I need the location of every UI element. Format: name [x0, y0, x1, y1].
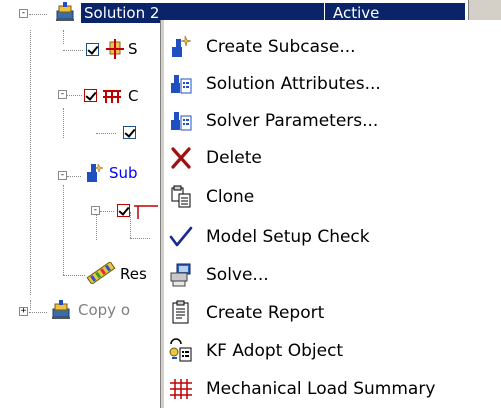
load-summary-icon: [168, 376, 194, 402]
solution-icon: [54, 2, 76, 22]
collapse-toggle[interactable]: -: [19, 9, 28, 18]
solution-attributes-icon: [168, 71, 194, 97]
collapse-toggle[interactable]: -: [58, 171, 67, 180]
visibility-checkbox[interactable]: [123, 126, 136, 139]
menu-item-create-report[interactable]: Create Report: [168, 296, 498, 330]
menu-item-label: Clone: [206, 187, 255, 207]
results-icon: [86, 260, 116, 286]
menu-item-create-subcase[interactable]: Create Subcase...: [168, 30, 498, 64]
tree-row-label[interactable]: Res: [120, 265, 147, 283]
visibility-checkbox[interactable]: [86, 43, 99, 56]
collapse-toggle[interactable]: -: [58, 90, 67, 99]
report-icon: [168, 300, 194, 326]
tree-row-label[interactable]: Sub: [109, 164, 138, 182]
tree-row-label[interactable]: Copy o: [78, 301, 130, 319]
menu-item-solve[interactable]: Solve...: [168, 258, 498, 292]
constraint-checkbox[interactable]: [84, 89, 97, 102]
solution-copy-icon: [50, 300, 72, 320]
solve-icon: [168, 262, 194, 288]
menu-item-delete[interactable]: Delete: [168, 141, 498, 175]
menu-item-kf-adopt-object[interactable]: KF Adopt Object: [168, 334, 498, 368]
menu-item-label: Create Subcase...: [206, 37, 356, 57]
menu-item-clone[interactable]: Clone: [168, 180, 498, 214]
menu-item-label: Solve...: [206, 265, 269, 285]
solver-icon: [104, 39, 126, 59]
menu-item-mechanical-load-summary[interactable]: Mechanical Load Summary: [168, 372, 498, 406]
menu-item-label: Mechanical Load Summary: [206, 379, 436, 399]
subcase-icon: [84, 162, 106, 184]
solution-name: Solution 2: [84, 4, 160, 22]
menu-item-solver-parameters[interactable]: Solver Parameters...: [168, 104, 498, 138]
create-subcase-icon: [168, 34, 194, 60]
kf-adopt-icon: [168, 338, 194, 364]
load-icon: [132, 203, 160, 221]
menu-item-label: KF Adopt Object: [206, 341, 344, 361]
menu-item-label: Solver Parameters...: [206, 111, 379, 131]
menu-item-label: Solution Attributes...: [206, 74, 381, 94]
menu-item-solution-attributes[interactable]: Solution Attributes...: [168, 67, 498, 101]
menu-item-label: Delete: [206, 148, 262, 168]
clone-icon: [168, 184, 194, 210]
tree-row-label[interactable]: C: [128, 87, 138, 105]
constraint-icon: [101, 87, 123, 105]
menu-item-model-setup-check[interactable]: Model Setup Check: [168, 220, 498, 254]
menu-item-label: Create Report: [206, 303, 325, 323]
delete-icon: [168, 145, 194, 171]
checkmark-icon: [168, 224, 194, 250]
context-menu-border: [160, 20, 164, 408]
load-checkbox[interactable]: [117, 204, 130, 217]
solver-parameters-icon: [168, 108, 194, 134]
expand-toggle[interactable]: +: [19, 307, 28, 316]
menu-item-label: Model Setup Check: [206, 227, 370, 247]
column-header-strip: [468, 0, 501, 20]
tree-row-label[interactable]: S: [128, 40, 138, 58]
collapse-toggle[interactable]: -: [91, 206, 100, 215]
